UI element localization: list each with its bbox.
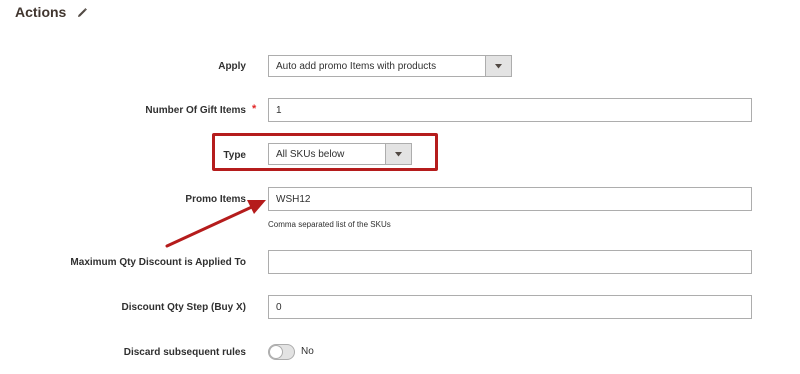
actions-page: Actions Apply Auto add promo Items with … (0, 0, 800, 374)
promo-items-label: Promo Items (185, 194, 246, 205)
chevron-down-icon[interactable] (485, 56, 511, 76)
max-qty-label: Maximum Qty Discount is Applied To (70, 257, 246, 268)
promo-items-note: Comma separated list of the SKUs (268, 220, 391, 229)
max-qty-input[interactable] (268, 250, 752, 274)
apply-select[interactable]: Auto add promo Items with products (268, 55, 512, 77)
toggle-knob (269, 345, 283, 359)
discard-rules-toggle[interactable] (268, 344, 295, 360)
discount-step-input[interactable]: 0 (268, 295, 752, 319)
required-mark: * (252, 103, 257, 115)
discard-rules-label: Discard subsequent rules (123, 347, 246, 358)
section-title: Actions (15, 4, 67, 20)
gift-items-input[interactable]: 1 (268, 98, 752, 122)
apply-label: Apply (218, 61, 246, 72)
promo-items-input[interactable]: WSH12 (268, 187, 752, 211)
pencil-icon[interactable] (76, 6, 88, 18)
discount-step-label: Discount Qty Step (Buy X) (121, 302, 246, 313)
section-header: Actions (15, 4, 88, 20)
highlight-box (212, 133, 438, 171)
discard-rules-state: No (301, 346, 314, 357)
gift-items-label: Number Of Gift Items (145, 105, 246, 116)
apply-select-value: Auto add promo Items with products (276, 60, 437, 72)
